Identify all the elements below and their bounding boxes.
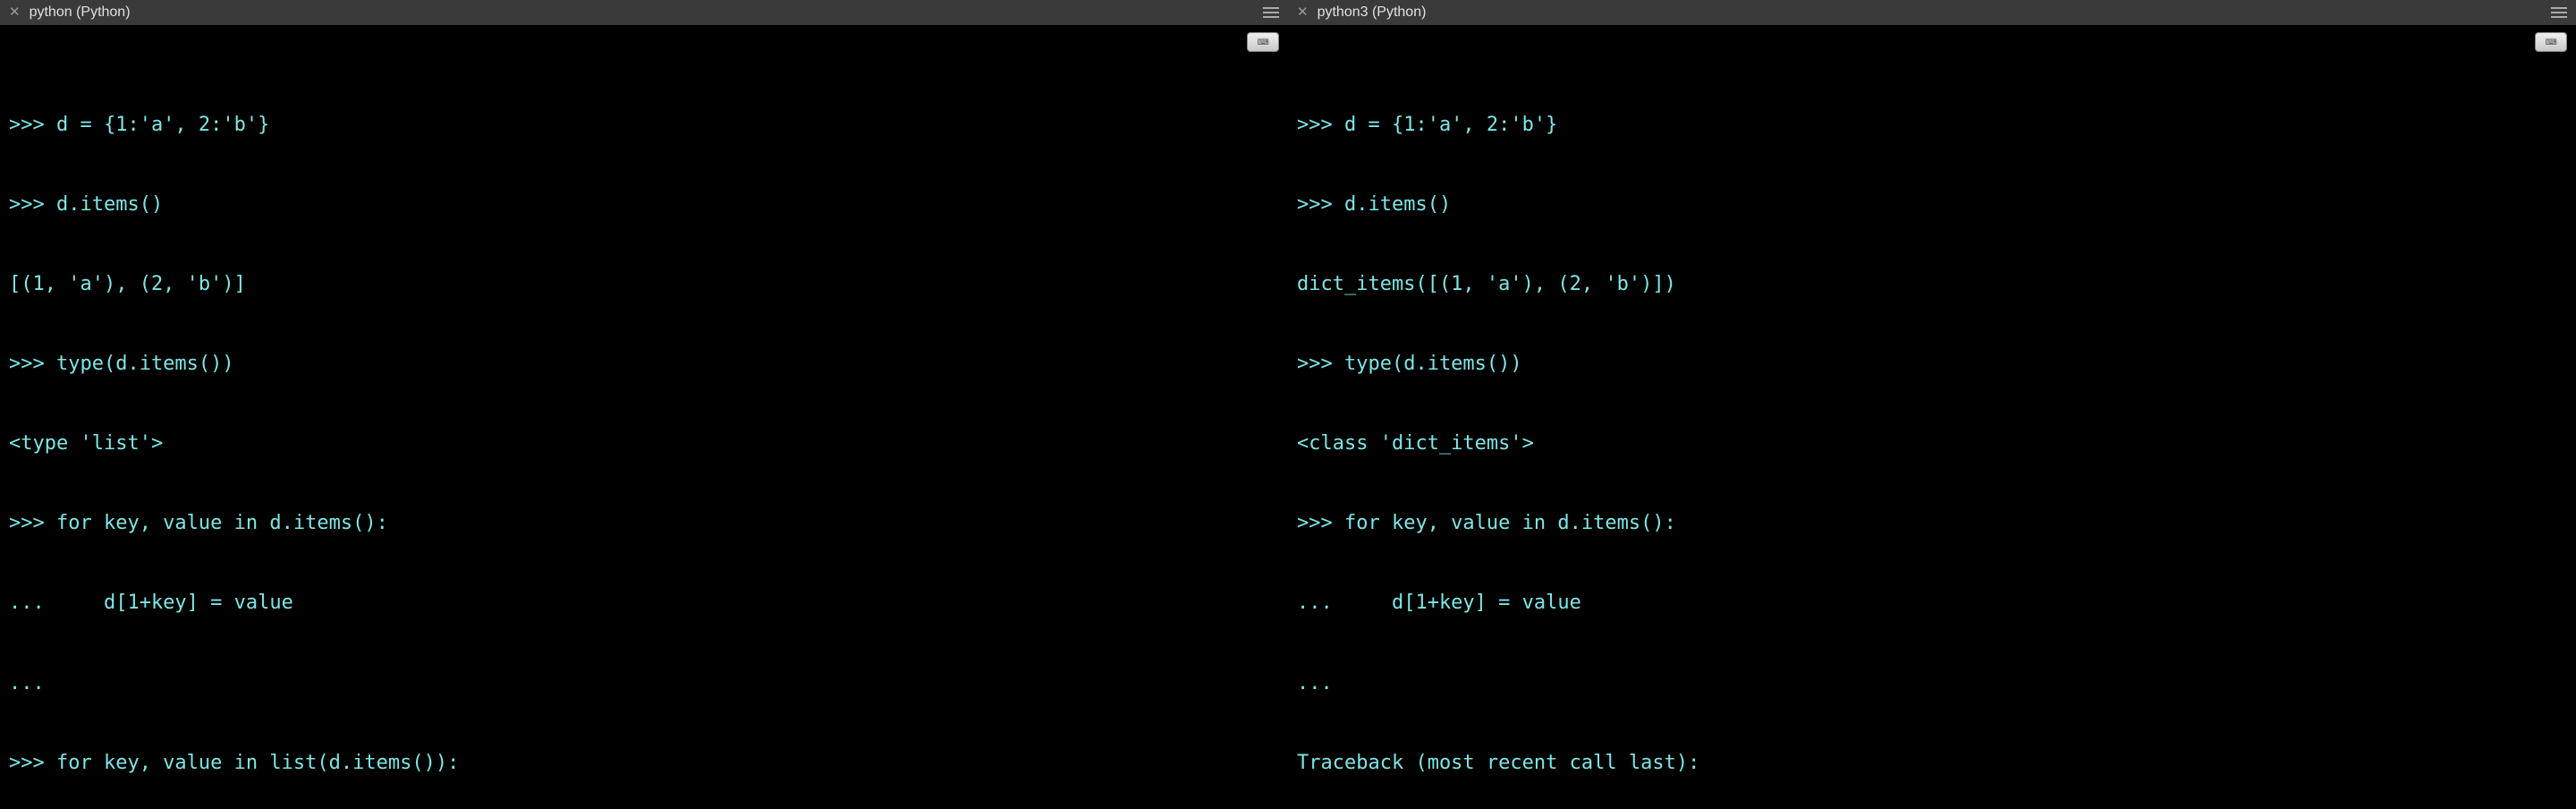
terminal-line: >>> for key, value in list(d.items()): bbox=[9, 750, 1279, 777]
close-icon[interactable]: ✕ bbox=[1297, 4, 1309, 21]
terminal-line: >>> d = {1:'a', 2:'b'} bbox=[1297, 112, 2567, 139]
terminal-line: ... bbox=[1297, 670, 2567, 697]
terminal-line: >>> d = {1:'a', 2:'b'} bbox=[9, 112, 1279, 139]
terminal-pane-right: ✕ python3 (Python) ⌨ >>> d = {1:'a', 2:'… bbox=[1288, 0, 2576, 809]
terminal-line: dict_items([(1, 'a'), (2, 'b')]) bbox=[1297, 271, 2567, 298]
tab-bar-left: ✕ python (Python) bbox=[0, 0, 1288, 25]
terminal-line: >>> type(d.items()) bbox=[9, 351, 1279, 378]
hamburger-icon[interactable] bbox=[2549, 5, 2569, 20]
terminal-line: >>> d.items() bbox=[1297, 192, 2567, 218]
close-icon[interactable]: ✕ bbox=[9, 4, 21, 21]
tab-title[interactable]: python (Python) bbox=[30, 3, 131, 22]
tab-left-group: ✕ python3 (Python) bbox=[1297, 3, 1426, 22]
terminal-line: ... d[1+key] = value bbox=[1297, 590, 2567, 617]
terminal-line: ... d[1+key] = value bbox=[9, 590, 1279, 617]
terminal-line: >>> for key, value in d.items(): bbox=[1297, 510, 2567, 537]
keyboard-indicator-icon: ⌨ bbox=[2535, 32, 2567, 52]
terminal-output-left[interactable]: ⌨ >>> d = {1:'a', 2:'b'} >>> d.items() [… bbox=[0, 25, 1288, 809]
terminal-line: >>> d.items() bbox=[9, 192, 1279, 218]
tab-left-group: ✕ python (Python) bbox=[9, 3, 131, 22]
terminal-line: <type 'list'> bbox=[9, 430, 1279, 457]
terminal-pane-left: ✕ python (Python) ⌨ >>> d = {1:'a', 2:'b… bbox=[0, 0, 1288, 809]
terminal-output-right[interactable]: ⌨ >>> d = {1:'a', 2:'b'} >>> d.items() d… bbox=[1288, 25, 2576, 809]
terminal-line: <class 'dict_items'> bbox=[1297, 430, 2567, 457]
terminal-line: >>> for key, value in d.items(): bbox=[9, 510, 1279, 537]
terminal-line: ... bbox=[9, 670, 1279, 697]
terminal-line: >>> type(d.items()) bbox=[1297, 351, 2567, 378]
tab-title[interactable]: python3 (Python) bbox=[1318, 3, 1427, 22]
tab-bar-right: ✕ python3 (Python) bbox=[1288, 0, 2576, 25]
terminal-line: Traceback (most recent call last): bbox=[1297, 750, 2567, 777]
keyboard-indicator-icon: ⌨ bbox=[1247, 32, 1279, 52]
terminal-line: [(1, 'a'), (2, 'b')] bbox=[9, 271, 1279, 298]
hamburger-icon[interactable] bbox=[1261, 5, 1281, 20]
